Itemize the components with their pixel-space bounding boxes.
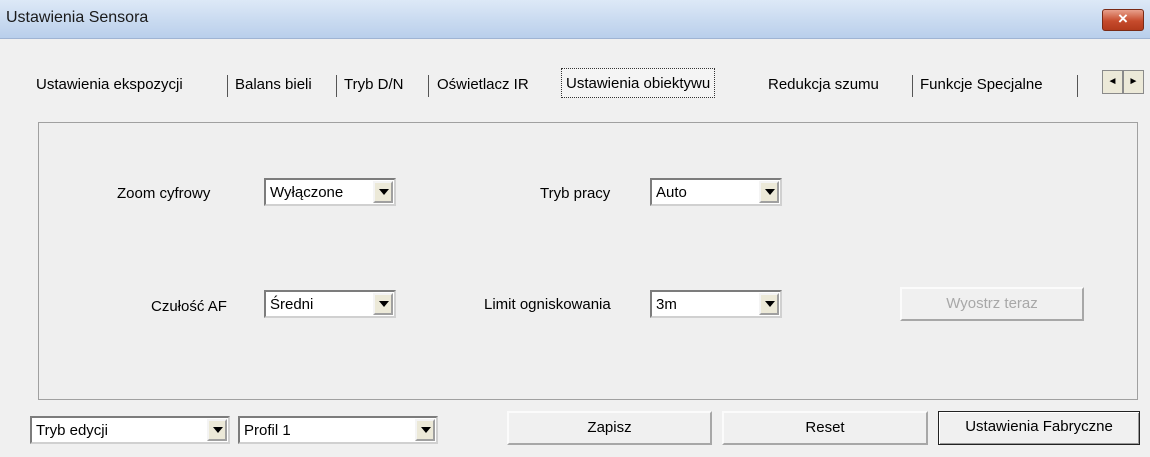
chevron-down-icon[interactable]	[759, 181, 779, 203]
tab-noise-reduction[interactable]: Redukcja szumu	[764, 72, 883, 98]
tab-separator	[428, 75, 429, 97]
tab-separator	[1077, 75, 1078, 97]
tab-ir-illuminator[interactable]: Oświetlacz IR	[433, 72, 533, 98]
af-sensitivity-value: Średni	[270, 296, 314, 313]
lens-settings-panel	[38, 122, 1138, 400]
profile-select[interactable]: Profil 1	[238, 416, 438, 444]
focus-limit-select[interactable]: 3m	[650, 290, 782, 318]
tab-separator	[336, 75, 337, 97]
focus-limit-label: Limit ogniskowania	[484, 296, 611, 313]
digital-zoom-select[interactable]: Wyłączone	[264, 178, 396, 206]
reset-button[interactable]: Reset	[722, 411, 928, 445]
edit-mode-select[interactable]: Tryb edycji	[30, 416, 230, 444]
focus-now-button[interactable]: Wyostrz teraz	[900, 287, 1084, 321]
tab-white-balance[interactable]: Balans bieli	[231, 72, 316, 98]
title-bar: Ustawienia Sensora ×	[0, 0, 1150, 39]
window-title: Ustawienia Sensora	[6, 9, 149, 26]
arrow-right-icon: ►	[1128, 76, 1139, 87]
tab-separator	[912, 75, 913, 97]
chevron-down-icon[interactable]	[207, 419, 227, 441]
mode-select[interactable]: Auto	[650, 178, 782, 206]
factory-settings-button[interactable]: Ustawienia Fabryczne	[938, 411, 1140, 445]
close-icon: ×	[1118, 9, 1128, 28]
tab-special-functions[interactable]: Funkcje Specjalne	[916, 72, 1047, 98]
af-sensitivity-label: Czułość AF	[151, 298, 227, 315]
profile-value: Profil 1	[244, 422, 291, 439]
tab-day-night[interactable]: Tryb D/N	[340, 72, 407, 98]
arrow-left-icon: ◄	[1107, 76, 1118, 87]
edit-mode-value: Tryb edycji	[36, 422, 108, 439]
digital-zoom-label: Zoom cyfrowy	[117, 185, 211, 202]
chevron-down-icon[interactable]	[759, 293, 779, 315]
save-button[interactable]: Zapisz	[507, 411, 712, 445]
mode-label: Tryb pracy	[540, 185, 611, 202]
mode-value: Auto	[656, 184, 687, 201]
af-sensitivity-select[interactable]: Średni	[264, 290, 396, 318]
tab-separator	[227, 75, 228, 97]
close-button[interactable]: ×	[1102, 9, 1144, 31]
tab-lens-settings[interactable]: Ustawienia obiektywu	[561, 68, 716, 98]
chevron-down-icon[interactable]	[415, 419, 435, 441]
chevron-down-icon[interactable]	[373, 293, 393, 315]
chevron-down-icon[interactable]	[373, 181, 393, 203]
tab-scroll-left-button[interactable]: ◄	[1102, 70, 1123, 94]
focus-limit-value: 3m	[656, 296, 677, 313]
tab-exposure[interactable]: Ustawienia ekspozycji	[32, 72, 187, 98]
digital-zoom-value: Wyłączone	[270, 184, 344, 201]
tab-scroll-right-button[interactable]: ►	[1123, 70, 1144, 94]
